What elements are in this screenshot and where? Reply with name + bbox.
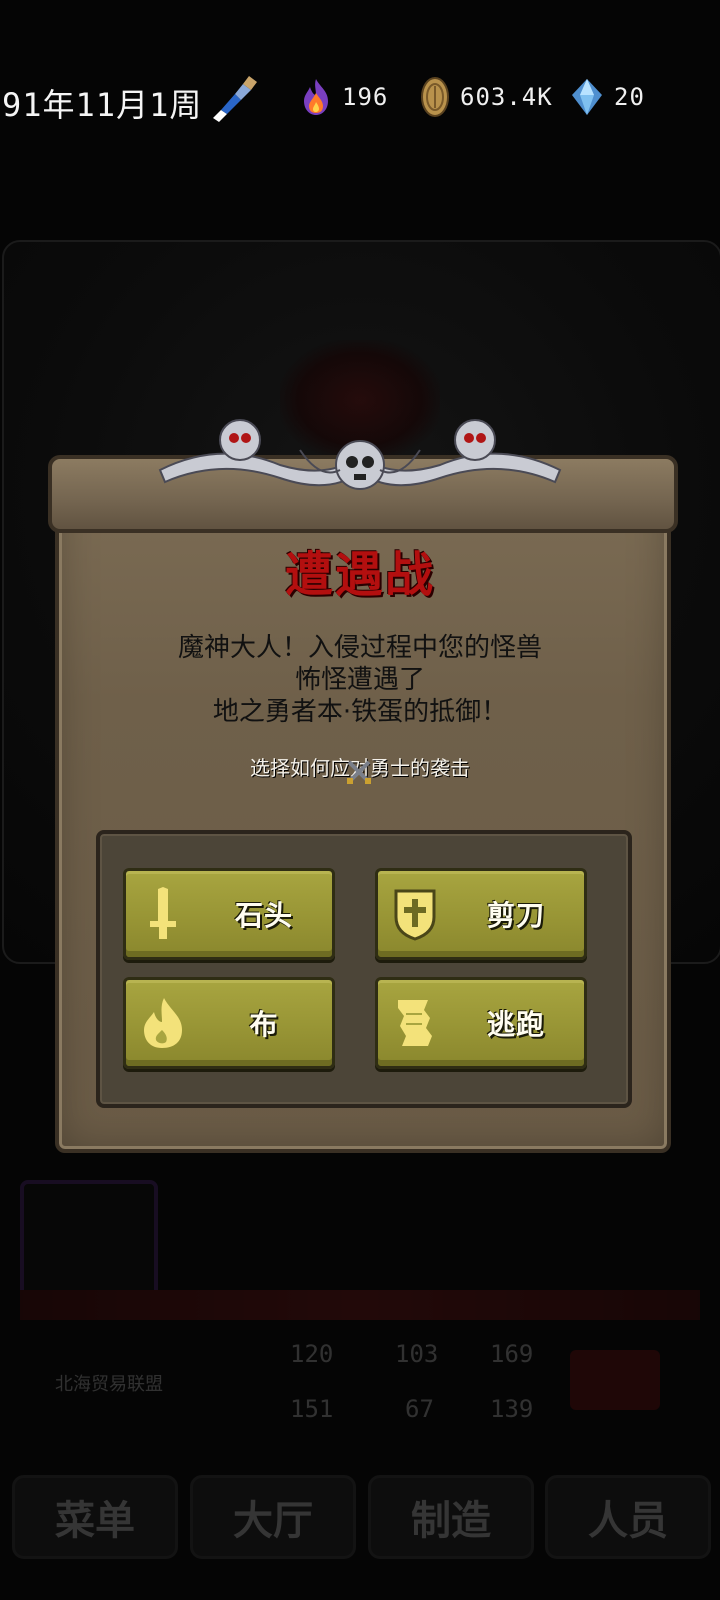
stat-value: 67 [405,1395,434,1423]
flame-value: 196 [342,83,389,111]
nav-menu-button: 菜单 [12,1475,178,1559]
bottom-nav: 菜单 大厅 制造 人员 [0,1475,720,1559]
nav-craft-button: 制造 [368,1475,534,1559]
stat-value: 151 [290,1395,334,1423]
health-bar [20,1290,700,1320]
message-line: 怖怪遭遇了 [294,665,425,695]
stat-value: 103 [395,1340,439,1368]
flame-icon [144,998,182,1048]
scroll-icon [398,1000,432,1046]
gem-value: 20 [614,83,645,111]
nav-staff-button: 人员 [545,1475,711,1559]
sword-icon [150,887,176,939]
dialog-message: 魔神大人！入侵过程中您的怪兽 怖怪遭遇了 地之勇者本·铁蛋的抵御！ [90,632,630,728]
status-bar: 91年11月1周 196 603.4K 20 [0,70,720,130]
scissors-button[interactable]: 剪刀 [375,868,587,960]
background-hud: 北海贸易联盟 120 103 169 151 67 139 菜单 大厅 制造 人… [0,1160,720,1600]
skull-bones-icon [158,419,562,490]
flame-resource: 196 [300,72,388,122]
escape-button[interactable]: 逃跑 [375,977,587,1069]
dialog-title: 遭遇战 [284,547,435,603]
rock-button[interactable]: 石头 [123,868,335,960]
crossed-swords-icon [347,760,371,784]
coin-value: 603.4K [460,83,553,111]
escape-label: 逃跑 [486,1008,545,1041]
scissors-label: 剪刀 [486,899,545,932]
paper-label: 布 [249,1008,279,1041]
status-badge [570,1350,660,1410]
gem-icon [572,79,602,115]
nav-hall-button: 大厅 [190,1475,356,1559]
shield-icon [394,889,436,941]
message-line: 地之勇者本·铁蛋的抵御！ [212,697,508,727]
flame-icon [304,79,328,115]
paper-button[interactable]: 布 [123,977,335,1069]
stat-value: 169 [490,1340,534,1368]
hourglass-icon [213,76,257,122]
coin-resource: 603.4K [420,72,553,122]
guild-name: 北海贸易联盟 [55,1374,163,1395]
rock-label: 石头 [234,899,293,932]
stat-value: 139 [490,1395,534,1423]
gem-resource: 20 [570,72,645,122]
message-line: 魔神大人！入侵过程中您的怪兽 [177,633,542,663]
stat-value: 120 [290,1340,334,1368]
date-display: 91年11月1周 [2,86,203,124]
coin-icon [421,77,449,117]
